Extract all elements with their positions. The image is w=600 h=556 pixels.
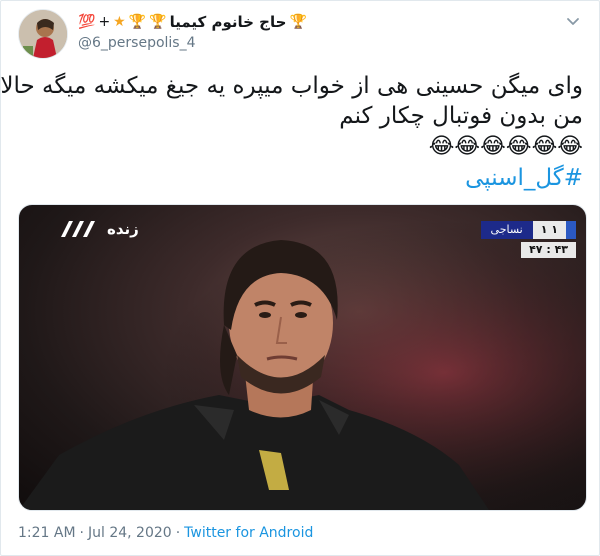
laughing-emoji: 😂	[480, 134, 506, 159]
live-badge: زنده	[59, 219, 139, 239]
tweet-source-link[interactable]: Twitter for Android	[184, 525, 313, 541]
tweet-time[interactable]: 1:21 AM	[18, 525, 76, 541]
laughing-emoji: 😂	[454, 134, 481, 159]
team-name: نساجی	[480, 221, 533, 239]
scoreboard: نساجی ۱ ۱ ۴۷ : ۴۳	[480, 221, 576, 258]
badge-emoji: 💯	[78, 14, 96, 30]
separator: ·	[175, 525, 181, 541]
match-clock: ۴۷ : ۴۳	[521, 242, 576, 258]
tweet-footer: 1:21 AM · Jul 24, 2020 · Twitter for Android	[18, 525, 313, 541]
tweet-header: 💯 + ★ 🏆 🏆 حاج خانوم کیمیا 🏆 @6_persepoli…	[18, 9, 587, 59]
badge-emoji: +	[98, 14, 111, 30]
score-row: نساجی ۱ ۱	[480, 221, 576, 239]
badge-emoji: 🏆	[289, 14, 307, 30]
tweet-date[interactable]: Jul 24, 2020	[88, 525, 172, 541]
avatar-image	[19, 10, 67, 58]
badge-emoji: 🏆	[128, 14, 147, 30]
tweet-media[interactable]: زنده نساجی ۱ ۱ ۴۷ : ۴۳	[18, 204, 587, 511]
laughing-emoji: 😂	[505, 134, 532, 159]
laughing-emoji: 😂	[557, 134, 583, 159]
laughing-emoji: 😂	[428, 134, 455, 159]
laugh-emoji-row: 😂😂😂😂😂😂	[23, 131, 583, 163]
laughing-emoji: 😂	[531, 134, 558, 159]
avatar[interactable]	[18, 9, 68, 59]
tweet-text: وای میگن حسینی هی از خواب میپره یه جیغ م…	[0, 71, 583, 193]
score-goals: ۱ ۱	[532, 221, 566, 239]
tv-channel-3-logo	[61, 221, 95, 237]
tweet-card: 💯 + ★ 🏆 🏆 حاج خانوم کیمیا 🏆 @6_persepoli…	[0, 0, 600, 556]
separator: ·	[79, 525, 84, 541]
tweet-line: وای میگن حسینی هی از خواب میپره یه جیغ م…	[0, 73, 583, 99]
display-name[interactable]: حاج خانوم کیمیا	[170, 13, 287, 31]
team-color-flag	[566, 221, 576, 239]
tweet-line: من بدون فوتبال چکار کنم	[339, 103, 583, 129]
badge-emoji: ★	[113, 14, 126, 30]
name-line: 💯 + ★ 🏆 🏆 حاج خانوم کیمیا 🏆	[78, 13, 307, 31]
badge-emoji: 🏆	[149, 14, 167, 30]
user-handle[interactable]: @6_persepolis_4	[78, 35, 196, 51]
live-label: زنده	[107, 220, 139, 238]
hashtag-link[interactable]: #گل_اسنپی	[23, 163, 583, 193]
chevron-down-icon[interactable]	[565, 13, 581, 29]
